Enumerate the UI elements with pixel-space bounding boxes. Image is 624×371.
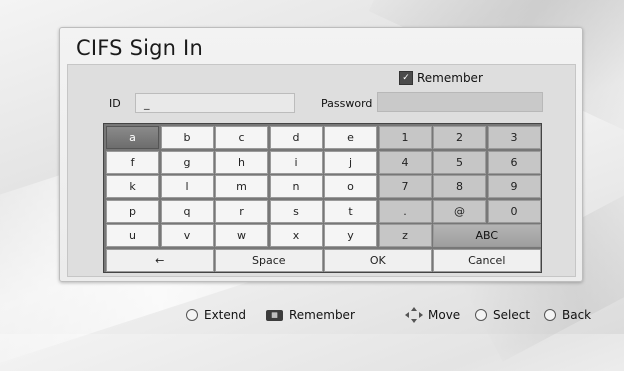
key-f[interactable]: f — [106, 150, 159, 174]
key-h[interactable]: h — [215, 150, 268, 174]
checkbox-checked-icon: ✓ — [399, 71, 413, 85]
key-w[interactable]: w — [215, 224, 268, 247]
password-field[interactable] — [377, 92, 543, 112]
key-z[interactable]: z — [378, 224, 432, 247]
key-m[interactable]: m — [215, 175, 268, 198]
key-7[interactable]: 7 — [378, 175, 432, 198]
legend-move-label: Move — [428, 308, 461, 322]
remember-button-icon: ▦ — [266, 309, 283, 321]
cifs-sign-in-dialog: CIFS Sign In ✓ Remember ID _ Password ab… — [59, 27, 583, 282]
key-q[interactable]: q — [160, 199, 214, 223]
move-arrows-icon — [405, 307, 423, 323]
key-space[interactable]: Space — [215, 248, 323, 272]
key-dot[interactable]: . — [378, 199, 432, 223]
key-3[interactable]: 3 — [487, 126, 541, 149]
key-d[interactable]: d — [269, 126, 323, 149]
key-s[interactable]: s — [269, 199, 323, 223]
back-button-icon — [544, 309, 556, 321]
key-i[interactable]: i — [269, 150, 323, 174]
key-c[interactable]: c — [215, 126, 268, 149]
key-o[interactable]: o — [324, 175, 377, 198]
id-value: _ — [144, 97, 150, 110]
id-field[interactable]: _ — [135, 93, 295, 113]
key-g[interactable]: g — [160, 150, 214, 174]
key-k[interactable]: k — [106, 175, 159, 198]
legend-extend-label: Extend — [204, 308, 246, 322]
on-screen-keyboard: a b c d e 1 2 3 f g h i j 4 5 6 k l m n o 7 8 9 p q r s t. @0 u v w x y z AB… — [103, 123, 542, 273]
key-1[interactable]: 1 — [378, 126, 432, 149]
legend-select: Select — [475, 307, 530, 323]
key-0[interactable]: 0 — [487, 199, 541, 223]
extend-button-icon — [186, 309, 198, 321]
legend-move: Move — [405, 307, 460, 323]
sign-in-panel: ✓ Remember ID _ Password abcde123 fghij45… — [67, 64, 576, 277]
legend-extend: Extend — [186, 307, 246, 323]
remember-label: Remember — [417, 71, 483, 85]
key-r[interactable]: r — [215, 199, 268, 223]
key-ok[interactable]: OK — [324, 248, 432, 272]
key-abc[interactable]: ABC — [433, 224, 541, 247]
key-5[interactable]: 5 — [433, 150, 486, 174]
remember-checkbox[interactable]: ✓ Remember — [399, 71, 483, 85]
key-2[interactable]: 2 — [433, 126, 486, 149]
key-x[interactable]: x — [269, 224, 323, 247]
key-t[interactable]: t — [324, 199, 377, 223]
legend-remember-label: Remember — [289, 308, 355, 322]
key-y[interactable]: y — [324, 224, 377, 247]
key-u[interactable]: u — [106, 224, 159, 247]
key-6[interactable]: 6 — [487, 150, 541, 174]
key-at[interactable]: @ — [433, 199, 486, 223]
password-label: Password — [321, 97, 373, 110]
key-4[interactable]: 4 — [378, 150, 432, 174]
key-e[interactable]: e — [324, 126, 377, 149]
legend-back: Back — [544, 307, 591, 323]
legend-remember: ▦ Remember — [266, 307, 355, 323]
key-l[interactable]: l — [160, 175, 214, 198]
key-v[interactable]: v — [160, 224, 214, 247]
key-cancel[interactable]: Cancel — [433, 248, 541, 272]
key-backspace[interactable]: ← — [106, 248, 214, 272]
dialog-title: CIFS Sign In — [76, 36, 203, 60]
key-n[interactable]: n — [269, 175, 323, 198]
key-j[interactable]: j — [324, 150, 377, 174]
key-p[interactable]: p — [106, 199, 159, 223]
legend-back-label: Back — [562, 308, 592, 322]
key-9[interactable]: 9 — [487, 175, 541, 198]
legend-select-label: Select — [493, 308, 531, 322]
id-label: ID — [109, 97, 121, 110]
key-8[interactable]: 8 — [433, 175, 486, 198]
key-a[interactable]: a — [106, 126, 159, 149]
key-b[interactable]: b — [160, 126, 214, 149]
select-button-icon — [475, 309, 487, 321]
